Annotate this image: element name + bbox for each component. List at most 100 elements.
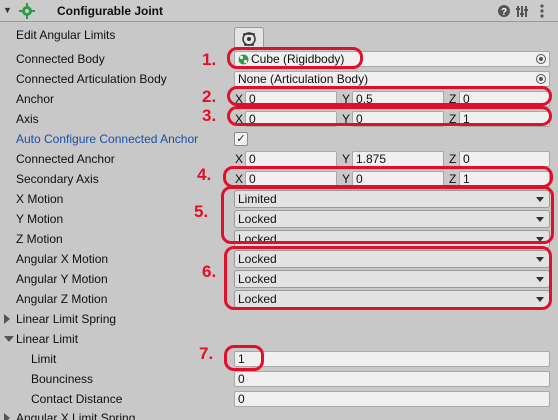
preset-icon[interactable] xyxy=(514,3,530,19)
row-x-motion: X Motion Limited xyxy=(0,189,558,209)
connected-anchor-x-axis-label: X xyxy=(235,152,244,166)
axis-z-field[interactable]: 1 xyxy=(459,111,550,127)
connected-body-field[interactable]: Cube (Rigidbody) xyxy=(234,51,550,67)
angular-z-motion-label: Angular Z Motion xyxy=(16,292,108,306)
y-motion-dropdown[interactable]: Locked xyxy=(234,210,550,228)
angular-y-motion-dropdown[interactable]: Locked xyxy=(234,270,550,288)
y-motion-value: Locked xyxy=(238,212,277,226)
connected-articulation-body-value: None (Articulation Body) xyxy=(238,72,369,86)
object-picker-icon[interactable] xyxy=(536,74,546,84)
caret-down-icon xyxy=(536,257,544,262)
auto-configure-label: Auto Configure Connected Anchor xyxy=(16,132,199,146)
contact-distance-label: Contact Distance xyxy=(31,392,123,406)
more-icon[interactable] xyxy=(534,3,550,19)
secondary-axis-z-field[interactable]: 1 xyxy=(459,171,550,187)
caret-down-icon xyxy=(536,297,544,302)
anchor-label: Anchor xyxy=(16,92,55,106)
row-connected-anchor: Connected Anchor X 0 Y 1.875 Z 0 xyxy=(0,149,558,169)
x-motion-value: Limited xyxy=(238,192,277,206)
connected-anchor-y-axis-label: Y xyxy=(342,152,351,166)
axis-y-field[interactable]: 0 xyxy=(352,111,444,127)
row-auto-configure: Auto Configure Connected Anchor ✓ xyxy=(0,129,558,149)
row-angular-x-motion: Angular X Motion Locked xyxy=(0,249,558,269)
fold-down-icon[interactable] xyxy=(4,336,14,342)
row-edit-angular-limits: Edit Angular Limits xyxy=(0,25,558,45)
axis-label: Axis xyxy=(16,112,39,126)
row-axis: Axis X 0 Y 0 Z 1 xyxy=(0,109,558,129)
fold-down-icon[interactable]: ▼ xyxy=(3,5,12,15)
joint-gear-icon xyxy=(19,3,35,19)
row-z-motion: Z Motion Locked xyxy=(0,229,558,249)
edit-angular-limits-button[interactable] xyxy=(234,27,264,49)
component-title: Configurable Joint xyxy=(57,4,163,18)
limit-field[interactable]: 1 xyxy=(234,351,550,367)
caret-down-icon xyxy=(536,277,544,282)
caret-down-icon xyxy=(536,217,544,222)
row-angular-x-limit-spring[interactable]: Angular X Limit Spring xyxy=(0,408,558,420)
row-linear-limit[interactable]: Linear Limit xyxy=(0,329,558,349)
x-motion-label: X Motion xyxy=(16,192,64,206)
row-angular-y-motion: Angular Y Motion Locked xyxy=(0,269,558,289)
connected-articulation-body-label: Connected Articulation Body xyxy=(16,72,167,86)
anchor-y-axis-label: Y xyxy=(342,92,351,106)
annotation-2: 2. xyxy=(202,87,217,106)
row-connected-articulation-body: Connected Articulation Body None (Articu… xyxy=(0,69,558,89)
auto-configure-checkbox[interactable]: ✓ xyxy=(234,132,248,146)
angular-x-motion-label: Angular X Motion xyxy=(16,252,109,266)
axis-x-axis-label: X xyxy=(235,112,244,126)
anchor-z-axis-label: Z xyxy=(449,92,457,106)
connected-body-label: Connected Body xyxy=(16,52,105,66)
svg-text:?: ? xyxy=(501,7,507,18)
axis-y-axis-label: Y xyxy=(342,112,351,126)
z-motion-value: Locked xyxy=(238,232,277,246)
linear-limit-label: Linear Limit xyxy=(16,332,79,346)
row-linear-limit-spring[interactable]: Linear Limit Spring xyxy=(0,309,558,329)
caret-down-icon xyxy=(536,197,544,202)
angular-x-motion-value: Locked xyxy=(238,252,277,266)
z-motion-dropdown[interactable]: Locked xyxy=(234,230,550,248)
connected-anchor-x-field[interactable]: 0 xyxy=(245,151,337,167)
secondary-axis-y-axis-label: Y xyxy=(342,172,351,186)
rigidbody-icon xyxy=(238,54,249,65)
row-limit: Limit 1 xyxy=(0,349,558,369)
contact-distance-field[interactable]: 0 xyxy=(234,391,550,407)
anchor-z-field[interactable]: 0 xyxy=(459,91,550,107)
row-connected-body: Connected Body Cube (Rigidbody) xyxy=(0,49,558,69)
connected-anchor-z-field[interactable]: 0 xyxy=(459,151,550,167)
help-icon[interactable]: ? xyxy=(496,3,512,19)
row-anchor: Anchor X 0 Y 0.5 Z 0 xyxy=(0,89,558,109)
component-header[interactable]: ▼ Configurable Joint ? xyxy=(0,0,558,22)
bounciness-label: Bounciness xyxy=(31,372,94,386)
anchor-x-axis-label: X xyxy=(235,92,244,106)
secondary-axis-y-field[interactable]: 0 xyxy=(352,171,444,187)
edit-limits-icon xyxy=(242,32,256,46)
bounciness-field[interactable]: 0 xyxy=(234,371,550,387)
fold-right-icon[interactable] xyxy=(4,413,10,420)
anchor-y-field[interactable]: 0.5 xyxy=(352,91,444,107)
connected-articulation-body-field[interactable]: None (Articulation Body) xyxy=(234,71,550,87)
connected-body-value: Cube (Rigidbody) xyxy=(251,52,345,66)
secondary-axis-x-field[interactable]: 0 xyxy=(245,171,337,187)
angular-x-limit-spring-label: Angular X Limit Spring xyxy=(16,411,136,420)
angular-z-motion-value: Locked xyxy=(238,292,277,306)
connected-anchor-label: Connected Anchor xyxy=(16,152,115,166)
row-secondary-axis: Secondary Axis X 0 Y 0 Z 1 xyxy=(0,169,558,189)
annotation-4: 4. xyxy=(197,165,212,184)
connected-anchor-y-field[interactable]: 1.875 xyxy=(352,151,444,167)
fold-right-icon[interactable] xyxy=(4,314,10,324)
axis-x-field[interactable]: 0 xyxy=(245,111,337,127)
row-y-motion: Y Motion Locked xyxy=(0,209,558,229)
annotation-1: 1. xyxy=(202,50,217,69)
object-picker-icon[interactable] xyxy=(536,54,546,64)
secondary-axis-label: Secondary Axis xyxy=(16,172,99,186)
angular-z-motion-dropdown[interactable]: Locked xyxy=(234,290,550,308)
angular-y-motion-value: Locked xyxy=(238,272,277,286)
annotation-6: 6. xyxy=(202,262,217,281)
anchor-x-field[interactable]: 0 xyxy=(245,91,337,107)
axis-z-axis-label: Z xyxy=(449,112,457,126)
angular-x-motion-dropdown[interactable]: Locked xyxy=(234,250,550,268)
angular-y-motion-label: Angular Y Motion xyxy=(16,272,108,286)
x-motion-dropdown[interactable]: Limited xyxy=(234,190,550,208)
linear-limit-spring-label: Linear Limit Spring xyxy=(16,312,117,326)
annotation-7: 7. xyxy=(199,344,214,363)
